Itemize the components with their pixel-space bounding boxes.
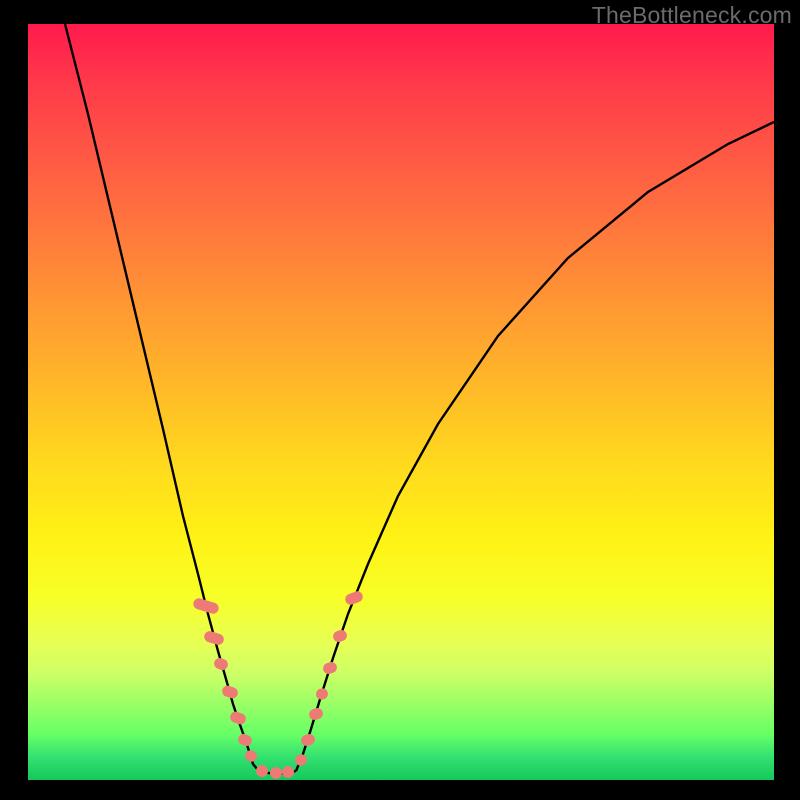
marker-pill — [322, 661, 339, 676]
curve-left-branch — [65, 24, 258, 770]
marker-dot — [282, 766, 294, 778]
chart-overlay — [28, 24, 774, 780]
marker-pill — [192, 597, 220, 615]
curve-right-branch — [296, 122, 774, 771]
marker-pill — [293, 753, 308, 767]
marker-dot — [256, 765, 268, 777]
marker-pill — [308, 707, 325, 722]
marker-pill — [332, 629, 349, 644]
marker-pill — [236, 732, 253, 747]
data-markers — [192, 590, 364, 779]
marker-pill — [203, 630, 225, 646]
marker-pill — [229, 710, 248, 726]
marker-dot — [270, 767, 282, 779]
marker-pill — [243, 748, 259, 763]
marker-pill — [300, 733, 317, 748]
marker-pill — [213, 657, 230, 672]
marker-pill — [315, 687, 330, 701]
marker-pill — [344, 590, 365, 607]
marker-pill — [221, 684, 240, 700]
